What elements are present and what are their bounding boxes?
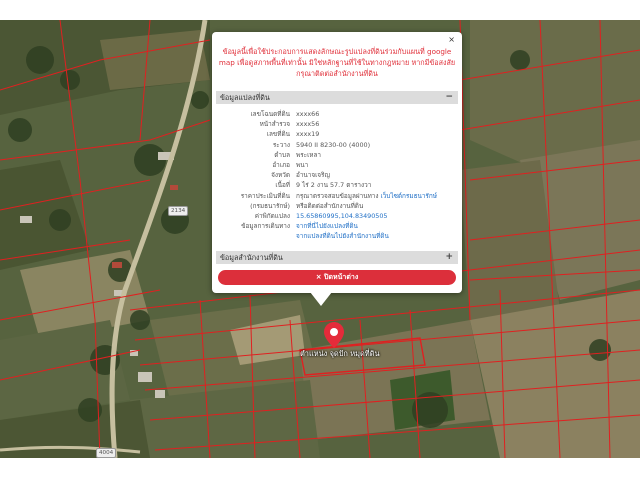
detail-value: อำนาจเจริญ <box>296 171 330 180</box>
treasury-website-link[interactable]: เว็บไซต์กรมธนารักษ์ <box>381 192 437 200</box>
detail-row: ข้อมูลการเดินทาง จากที่นี่ไปยังแปลงที่ดิ… <box>212 221 462 231</box>
section-header-parcel[interactable]: ข้อมูลแปลงที่ดิน − <box>216 91 458 104</box>
detail-row: (กรมธนารักษ์) หรือติดต่อสำนักงานที่ดิน <box>212 201 462 211</box>
section-header-office[interactable]: ข้อมูลสำนักงานที่ดิน + <box>216 251 458 264</box>
parcel-info-popup: × ข้อมูลนี้เพื่อใช้ประกอบการแสดงลักษณะรู… <box>212 32 462 293</box>
detail-label: อำเภอ <box>272 160 290 169</box>
detail-value: 5940 II 8230-00 (4000) <box>296 140 371 149</box>
detail-row: เนื้อที่ 9 ไร่ 2 งาน 57.7 ตารางวา <box>212 180 462 190</box>
detail-row: เลขโฉนดที่ดิน xxxx66 <box>212 109 462 119</box>
road-label: 4004 <box>96 448 117 458</box>
detail-value: xxxx66 <box>296 110 320 118</box>
detail-row: ค่าพิกัดแปลง 15.65860995,104.83490505 <box>212 211 462 221</box>
detail-row: ตำบล พระเหลา <box>212 150 462 160</box>
detail-row: จังหวัด อำนาจเจริญ <box>212 170 462 180</box>
detail-row: จากแปลงที่ดินไปยังสำนักงานที่ดิน <box>212 231 462 241</box>
detail-value: 9 ไร่ 2 งาน 57.7 ตารางวา <box>296 181 372 190</box>
popup-pointer <box>310 292 332 306</box>
road-label: 2134 <box>168 206 189 216</box>
detail-value: กรุณาตรวจสอบข้อมูลผ่านทาง เว็บไซต์กรมธนา… <box>296 191 437 201</box>
close-icon: × <box>315 273 322 281</box>
detail-value: xxxx19 <box>296 130 320 139</box>
detail-label: เนื้อที่ <box>275 181 290 190</box>
parcel-details: เลขโฉนดที่ดิน xxxx66 หน้าสำรวจ xxxx56 เล… <box>212 109 462 241</box>
detail-label: ระวาง <box>272 140 290 149</box>
marker-label: ตำแหน่ง จุดปัก หมุดที่ดิน <box>300 349 380 358</box>
section-title: ข้อมูลสำนักงานที่ดิน <box>220 253 283 262</box>
expand-icon[interactable]: + <box>445 251 453 264</box>
collapse-icon[interactable]: − <box>445 91 453 104</box>
directions-to-parcel-link[interactable]: จากที่นี่ไปยังแปลงที่ดิน <box>296 221 358 231</box>
section-title: ข้อมูลแปลงที่ดิน <box>220 93 270 102</box>
map-pin-icon[interactable] <box>324 322 344 348</box>
detail-label: (กรมธนารักษ์) <box>250 201 290 210</box>
disclaimer-text: ข้อมูลนี้เพื่อใช้ประกอบการแสดงลักษณะรูปแ… <box>218 47 456 78</box>
detail-row: ระวาง 5940 II 8230-00 (4000) <box>212 140 462 150</box>
detail-row: อำเภอ พนา <box>212 160 462 170</box>
detail-label: ราคาประเมินที่ดิน <box>240 191 290 200</box>
detail-label: จังหวัด <box>271 171 290 180</box>
coordinate-link[interactable]: 15.65860995,104.83490505 <box>296 211 387 221</box>
detail-value: พระเหลา <box>296 150 321 159</box>
appraisal-text: กรุณาตรวจสอบข้อมูลผ่านทาง <box>296 191 381 200</box>
detail-value: หรือติดต่อสำนักงานที่ดิน <box>296 201 364 210</box>
close-window-button[interactable]: × ปิดหน้าต่าง <box>218 270 456 285</box>
detail-label: หน้าสำรวจ <box>259 120 290 129</box>
detail-row: เลขที่ดิน xxxx19 <box>212 129 462 139</box>
detail-label <box>212 231 296 241</box>
detail-label: เลขที่ดิน <box>266 130 290 139</box>
detail-value: xxxx56 <box>296 120 320 129</box>
directions-to-office-link[interactable]: จากแปลงที่ดินไปยังสำนักงานที่ดิน <box>296 231 389 241</box>
detail-row: หน้าสำรวจ xxxx56 <box>212 119 462 129</box>
detail-label: ตำบล <box>274 150 290 159</box>
detail-label: ข้อมูลการเดินทาง <box>241 222 290 231</box>
detail-label: เลขโฉนดที่ดิน <box>250 110 290 118</box>
detail-label: ค่าพิกัดแปลง <box>254 211 290 220</box>
close-button-label: ปิดหน้าต่าง <box>324 273 359 281</box>
close-icon[interactable]: × <box>448 36 455 44</box>
detail-row: ราคาประเมินที่ดิน กรุณาตรวจสอบข้อมูลผ่าน… <box>212 191 462 201</box>
detail-value: พนา <box>296 160 309 169</box>
